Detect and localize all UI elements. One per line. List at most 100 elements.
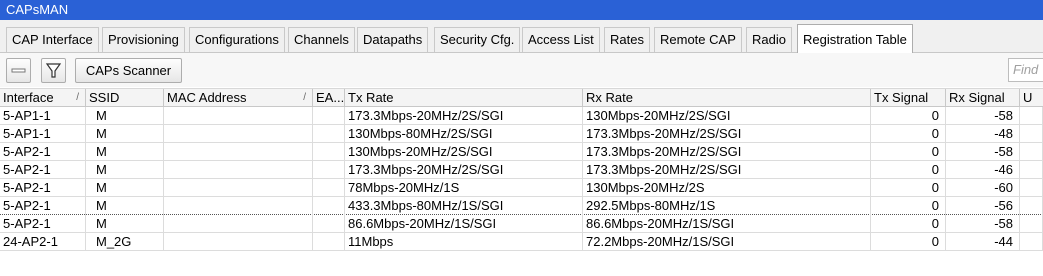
cell-rx-rate: 173.3Mbps-20MHz/2S/SGI — [583, 143, 871, 161]
cell-rx-rate: 86.6Mbps-20MHz/1S/SGI — [583, 215, 871, 233]
cell-rx-rate: 292.5Mbps-80MHz/1S — [583, 197, 871, 215]
cell-rx-rate: 173.3Mbps-20MHz/2S/SGI — [583, 161, 871, 179]
cell-interface: 5-AP2-1 — [0, 197, 86, 215]
table-row[interactable]: 5-AP1-1 M 173.3Mbps-20MHz/2S/SGI 130Mbps-20… — [0, 107, 1043, 125]
cell-rx-signal: -58 — [946, 107, 1020, 125]
cell-interface: 24-AP2-1 — [0, 233, 86, 251]
cell-rx-rate: 72.2Mbps-20MHz/1S/SGI — [583, 233, 871, 251]
table-row[interactable]: 5-AP2-1 M 173.3Mbps-20MHz/2S/SGI 173.3Mbps-… — [0, 161, 1043, 179]
cell-mac-address — [164, 161, 313, 179]
table-row[interactable]: 5-AP2-1 M 78Mbps-20MHz/1S 130Mbps-20MHz/2S 0… — [0, 179, 1043, 197]
cell-u — [1020, 179, 1043, 197]
column-header-ssid[interactable]: SSID — [86, 89, 164, 107]
tab-remote-cap[interactable]: Remote CAP — [654, 27, 742, 52]
find-input[interactable]: Find — [1008, 58, 1043, 82]
cell-tx-signal: 0 — [871, 179, 946, 197]
cell-rx-rate: 130Mbps-20MHz/2S — [583, 179, 871, 197]
cell-ssid: M_2G — [86, 233, 164, 251]
cell-tx-rate: 11Mbps — [345, 233, 583, 251]
toolbar: CAPs Scanner Find — [0, 53, 1043, 87]
cell-rx-signal: -60 — [946, 179, 1020, 197]
column-header-rx-rate[interactable]: Rx Rate — [583, 89, 871, 107]
cell-interface: 5-AP2-1 — [0, 143, 86, 161]
cell-rx-signal: -56 — [946, 197, 1020, 215]
table-row[interactable]: 5-AP2-1 M 433.3Mbps-80MHz/1S/SGI 292.5Mbps-… — [0, 197, 1043, 215]
cell-interface: 5-AP2-1 — [0, 161, 86, 179]
cell-tx-rate: 78Mbps-20MHz/1S — [345, 179, 583, 197]
cell-ssid: M — [86, 107, 164, 125]
tab-rates[interactable]: Rates — [604, 27, 650, 52]
cell-tx-rate: 86.6Mbps-20MHz/1S/SGI — [345, 215, 583, 233]
column-header-u[interactable]: U — [1020, 89, 1043, 107]
cell-tx-rate: 173.3Mbps-20MHz/2S/SGI — [345, 161, 583, 179]
tab-datapaths[interactable]: Datapaths — [357, 27, 429, 52]
table-row[interactable]: 5-AP1-1 M 130Mbps-80MHz/2S/SGI 173.3Mbps-20… — [0, 125, 1043, 143]
filter-button[interactable] — [41, 58, 66, 83]
cell-interface: 5-AP2-1 — [0, 215, 86, 233]
cell-u — [1020, 215, 1043, 233]
cell-ea — [313, 143, 345, 161]
cell-ea — [313, 233, 345, 251]
tab-provisioning[interactable]: Provisioning — [102, 27, 185, 52]
tab-configurations[interactable]: Configurations — [189, 27, 285, 52]
cell-ea — [313, 215, 345, 233]
cell-u — [1020, 143, 1043, 161]
cell-ssid: M — [86, 179, 164, 197]
table-row[interactable]: 5-AP2-1 M 130Mbps-20MHz/2S/SGI 173.3Mbps-20… — [0, 143, 1043, 161]
column-header-rx-signal[interactable]: Rx Signal — [946, 89, 1020, 107]
table-row[interactable]: 24-AP2-1 M_2G 11Mbps 72.2Mbps-20MHz/1S/SGI 0… — [0, 233, 1043, 251]
tab-cap-interface[interactable]: CAP Interface — [6, 27, 99, 52]
tab-registration-table[interactable]: Registration Table — [797, 24, 913, 53]
cell-mac-address — [164, 143, 313, 161]
cell-ea — [313, 107, 345, 125]
cell-interface: 5-AP1-1 — [0, 107, 86, 125]
cell-rx-signal: -44 — [946, 233, 1020, 251]
column-header-tx-rate[interactable]: Tx Rate — [345, 89, 583, 107]
cell-tx-rate: 173.3Mbps-20MHz/2S/SGI — [345, 107, 583, 125]
cell-tx-signal: 0 — [871, 143, 946, 161]
sort-indicator-icon: / — [303, 92, 306, 103]
cell-mac-address — [164, 125, 313, 143]
cell-tx-signal: 0 — [871, 197, 946, 215]
cell-u — [1020, 125, 1043, 143]
column-header-ea[interactable]: EA... — [313, 89, 345, 107]
cell-tx-rate: 130Mbps-20MHz/2S/SGI — [345, 143, 583, 161]
tab-security-cfg[interactable]: Security Cfg. — [434, 27, 521, 52]
cell-ea — [313, 197, 345, 215]
column-header-tx-signal[interactable]: Tx Signal — [871, 89, 946, 107]
cell-tx-signal: 0 — [871, 107, 946, 125]
cell-mac-address — [164, 197, 313, 215]
column-header-mac-address[interactable]: MAC Address / — [164, 89, 313, 107]
cell-ssid: M — [86, 215, 164, 233]
cell-ea — [313, 161, 345, 179]
window-title: CAPsMAN — [0, 0, 1043, 20]
tab-radio[interactable]: Radio — [746, 27, 792, 52]
remove-button[interactable] — [6, 58, 31, 83]
tab-strip: CAP Interface Provisioning Configuration… — [0, 20, 1043, 53]
cell-rx-signal: -58 — [946, 143, 1020, 161]
cell-rx-signal: -58 — [946, 215, 1020, 233]
cell-interface: 5-AP2-1 — [0, 179, 86, 197]
cell-u — [1020, 197, 1043, 215]
column-header-interface[interactable]: Interface / — [0, 89, 86, 107]
cell-mac-address — [164, 233, 313, 251]
cell-ssid: M — [86, 143, 164, 161]
caps-scanner-button[interactable]: CAPs Scanner — [75, 58, 182, 83]
table-row[interactable]: 5-AP2-1 M 86.6Mbps-20MHz/1S/SGI 86.6Mbps-20… — [0, 215, 1043, 233]
tab-channels[interactable]: Channels — [288, 27, 355, 52]
cell-mac-address — [164, 215, 313, 233]
cell-ssid: M — [86, 125, 164, 143]
cell-tx-signal: 0 — [871, 233, 946, 251]
cell-rx-signal: -46 — [946, 161, 1020, 179]
cell-interface: 5-AP1-1 — [0, 125, 86, 143]
cell-tx-rate: 433.3Mbps-80MHz/1S/SGI — [345, 197, 583, 215]
table-header: Interface / SSID MAC Address / EA... Tx Ra… — [0, 88, 1043, 107]
cell-mac-address — [164, 107, 313, 125]
cell-u — [1020, 107, 1043, 125]
cell-u — [1020, 233, 1043, 251]
cell-tx-rate: 130Mbps-80MHz/2S/SGI — [345, 125, 583, 143]
tab-access-list[interactable]: Access List — [522, 27, 600, 52]
cell-rx-rate: 130Mbps-20MHz/2S/SGI — [583, 107, 871, 125]
cell-ssid: M — [86, 161, 164, 179]
cell-u — [1020, 161, 1043, 179]
